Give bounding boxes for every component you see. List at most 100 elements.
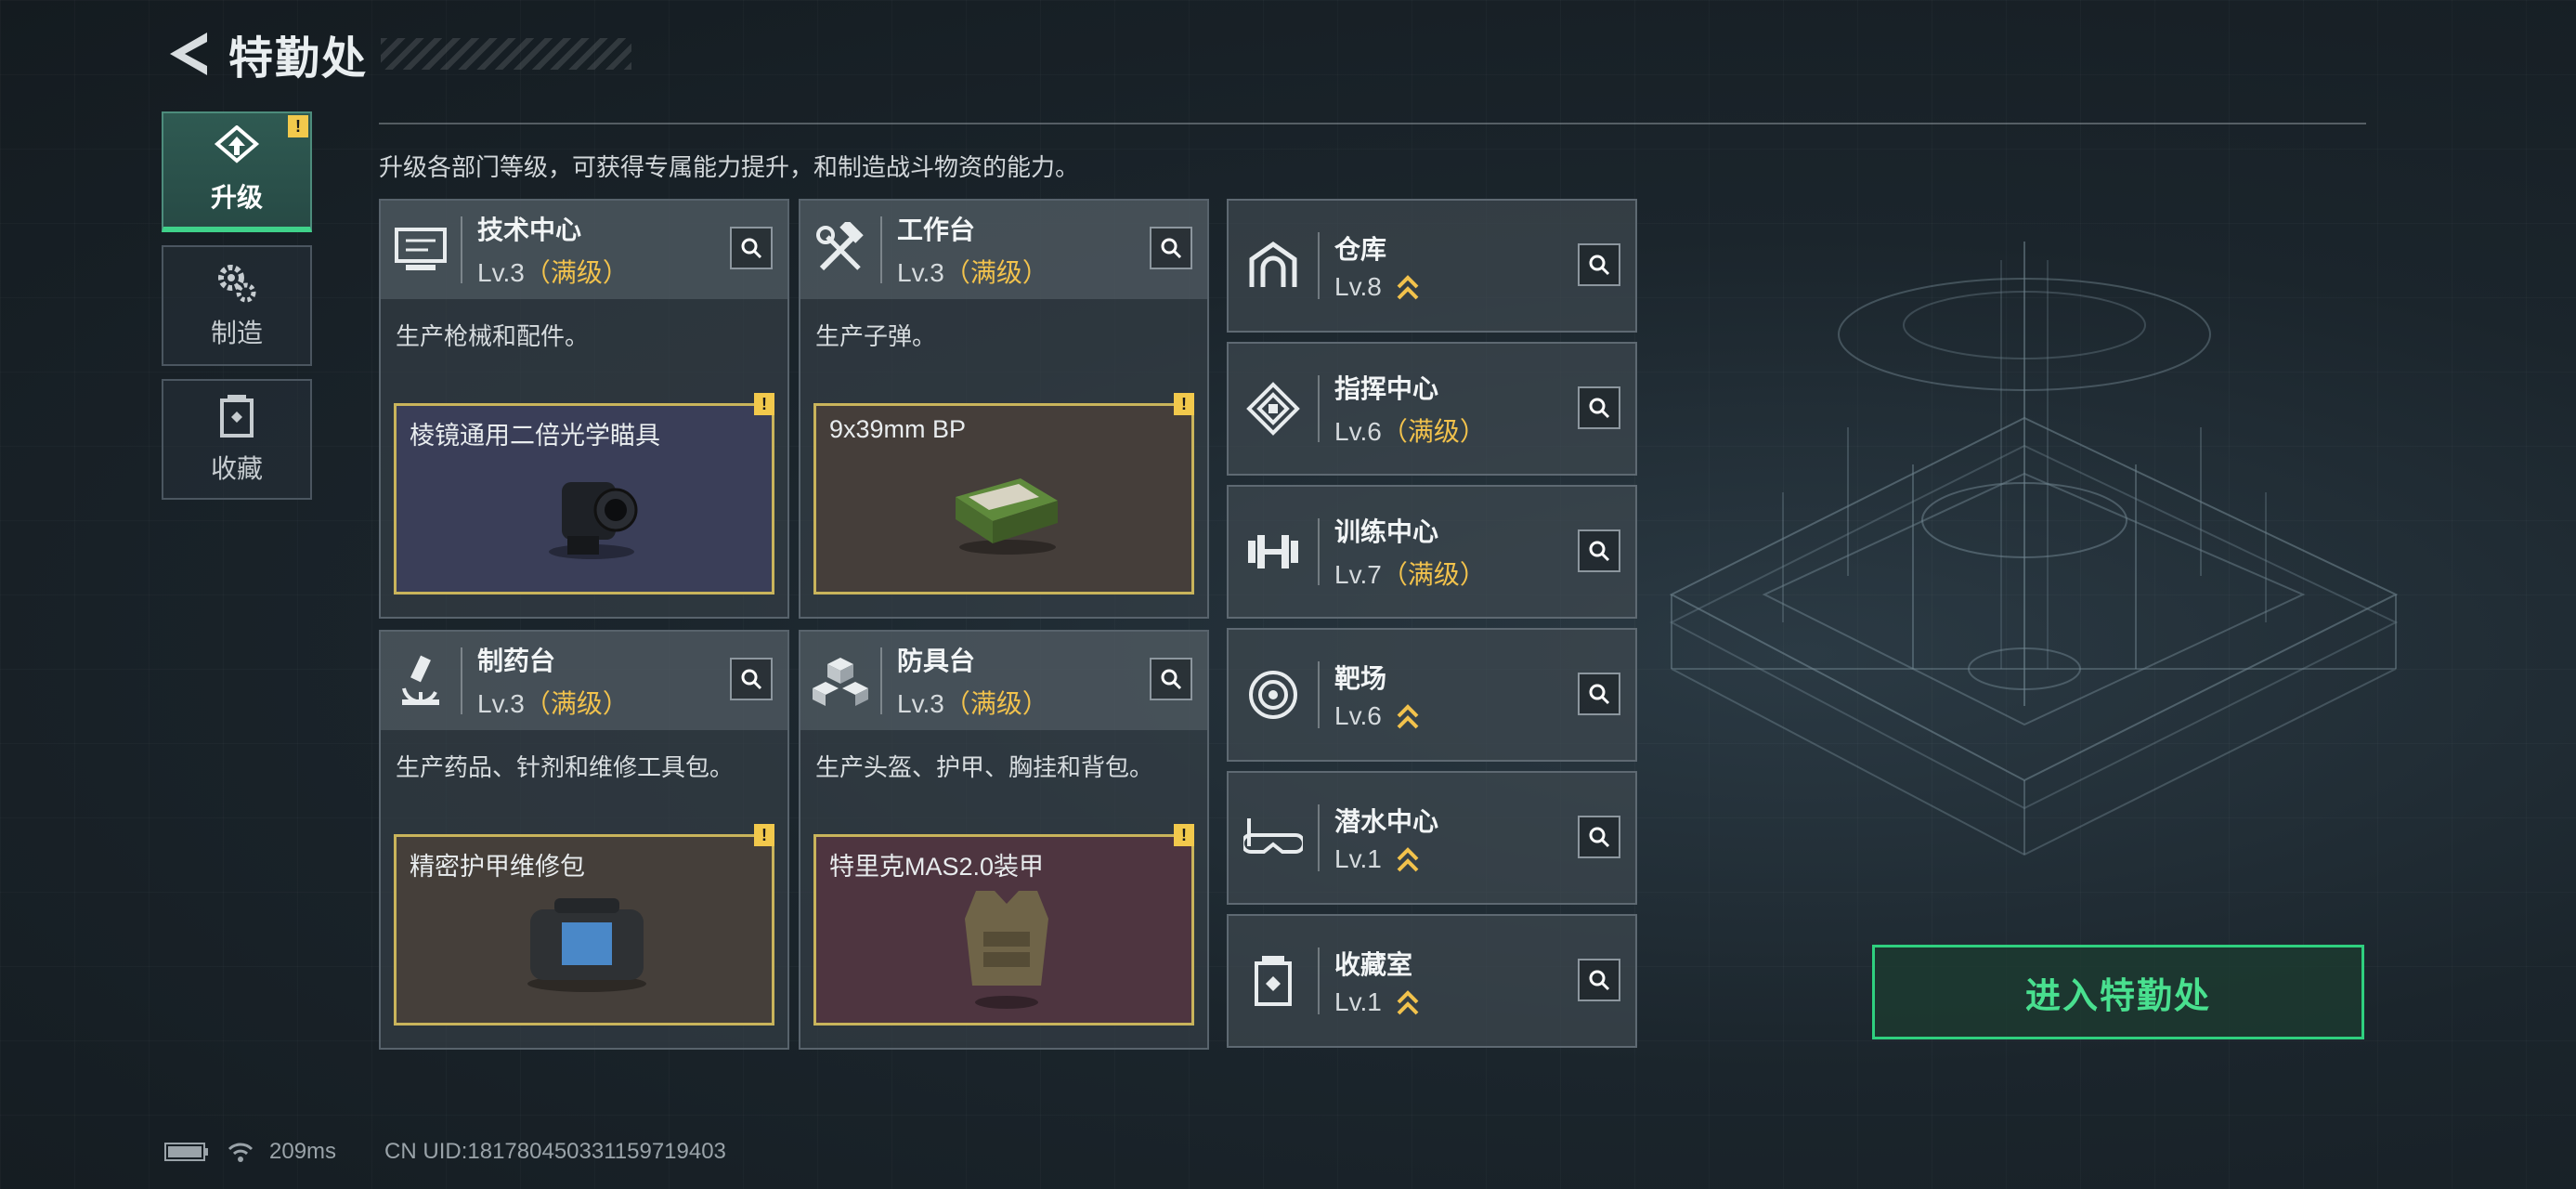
- search-icon: [741, 669, 762, 690]
- search-icon: [1589, 541, 1610, 562]
- inspect-button[interactable]: [730, 658, 773, 700]
- page-description: 升级各部门等级，可获得专属能力提升，和制造战斗物资的能力。: [379, 153, 1080, 181]
- repair-kit-image: [527, 898, 646, 992]
- page-header: 特勤处: [160, 24, 632, 84]
- search-icon: [1589, 970, 1610, 991]
- inspect-button[interactable]: [1578, 243, 1620, 286]
- separator: [1318, 232, 1320, 299]
- upgrade-chevron-icon: [1397, 847, 1419, 872]
- back-arrow-icon: [170, 33, 207, 75]
- ammo-box-image: [956, 478, 1058, 555]
- battery-icon: [164, 1143, 208, 1161]
- inspect-button[interactable]: [1578, 816, 1620, 858]
- facility-level: Lv.1: [1334, 843, 1382, 873]
- nav-item-label: 收藏: [210, 454, 263, 483]
- product-slot[interactable]: ! 精密护甲维修包: [394, 824, 774, 1026]
- department-name: 防具台: [897, 647, 976, 675]
- department-card-workbench[interactable]: 工作台 Lv.3（满级） 生产子弹。 ! 9x39mm BP: [799, 199, 1209, 619]
- separator: [1318, 947, 1320, 1014]
- search-icon: [1161, 238, 1182, 259]
- facility-card-training-center[interactable]: 训练中心 Lv.7（满级）: [1227, 485, 1637, 619]
- nav-item-craft[interactable]: 制造: [162, 245, 312, 366]
- product-slot[interactable]: ! 9x39mm BP: [813, 393, 1194, 594]
- collection-room-icon: [1229, 941, 1318, 1021]
- department-name: 制药台: [477, 647, 556, 675]
- back-button[interactable]: [160, 26, 215, 82]
- nav-item-label: 制造: [210, 319, 263, 347]
- inspect-button[interactable]: [1150, 227, 1192, 269]
- search-icon: [1589, 684, 1610, 705]
- maxed-label: （满级）: [1381, 560, 1486, 589]
- facility-card-collection-room[interactable]: 收藏室 Lv.1: [1227, 914, 1637, 1048]
- target-icon: [1229, 655, 1318, 735]
- base-building-illustration: [1669, 242, 2399, 856]
- department-level: Lv.3: [477, 689, 525, 718]
- inspect-button[interactable]: [1578, 529, 1620, 572]
- facility-level: Lv.1: [1334, 986, 1382, 1016]
- nav-item-upgrade[interactable]: ! 升级: [162, 111, 312, 232]
- department-description: 生产子弹。: [815, 322, 937, 350]
- wifi-icon: [228, 1143, 254, 1162]
- facility-name: 靶场: [1334, 663, 1387, 693]
- maxed-label: （满级）: [524, 258, 629, 287]
- maxed-label: （满级）: [1381, 417, 1486, 446]
- card-header: 工作台 Lv.3（满级）: [800, 201, 1207, 299]
- ping-value: 209ms: [269, 1139, 337, 1164]
- collection-icon: [220, 395, 254, 438]
- facility-card-warehouse[interactable]: 仓库 Lv.8: [1227, 199, 1637, 333]
- card-header: 防具台 Lv.3（满级）: [800, 632, 1207, 730]
- upgrade-chevron-icon: [1397, 990, 1419, 1015]
- gears-icon: [218, 265, 256, 303]
- product-name: 棱镜通用二倍光学瞄具: [410, 422, 660, 450]
- command-icon: [1229, 369, 1318, 449]
- department-level: Lv.3: [897, 689, 944, 718]
- department-card-tech-center[interactable]: 技术中心 Lv.3（满级） 生产枪械和配件。 ! 棱镜通用二倍光学瞄具: [379, 199, 789, 619]
- inspect-button[interactable]: [1578, 386, 1620, 429]
- search-icon: [1589, 398, 1610, 419]
- department-name: 工作台: [897, 216, 976, 244]
- department-card-pharmacy[interactable]: 制药台 Lv.3（满级） 生产药品、针剂和维修工具包。 ! 精密护甲维修包: [379, 630, 789, 1050]
- nav-item-collection[interactable]: 收藏: [162, 379, 312, 500]
- divider: [379, 123, 2366, 124]
- department-name: 技术中心: [477, 216, 582, 244]
- inspect-button[interactable]: [1578, 959, 1620, 1001]
- maxed-label: （满级）: [943, 258, 1048, 287]
- warning-badge: !: [1174, 393, 1194, 415]
- card-header: 技术中心 Lv.3（满级）: [381, 201, 787, 299]
- search-icon: [1589, 827, 1610, 848]
- search-icon: [1589, 255, 1610, 276]
- separator: [1318, 518, 1320, 585]
- title-decoration: [381, 38, 632, 70]
- separator: [880, 647, 882, 714]
- product-slot[interactable]: ! 特里克MAS2.0装甲: [813, 824, 1194, 1026]
- upgrade-chevron-icon: [1397, 704, 1419, 729]
- department-level: Lv.3: [897, 258, 944, 287]
- department-card-armory[interactable]: 防具台 Lv.3（满级） 生产头盔、护甲、胸挂和背包。 ! 特里克MAS2.0装…: [799, 630, 1209, 1050]
- facility-card-diving-center[interactable]: 潜水中心 Lv.1: [1227, 771, 1637, 905]
- inspect-button[interactable]: [730, 227, 773, 269]
- facility-card-command-center[interactable]: 指挥中心 Lv.6（满级）: [1227, 342, 1637, 476]
- enter-button-label: 进入特勤处: [2024, 976, 2211, 1016]
- department-level: Lv.3: [477, 258, 525, 287]
- user-uid: CN UID:181780450331159719403: [384, 1139, 726, 1164]
- status-bar: 209ms CN UID:181780450331159719403: [163, 1139, 726, 1165]
- side-nav: ! 升级 制造 收藏: [162, 111, 312, 513]
- inspect-button[interactable]: [1578, 673, 1620, 715]
- armor-cubes-icon: [800, 641, 880, 721]
- facility-level: Lv.7: [1334, 560, 1382, 589]
- product-slot[interactable]: ! 棱镜通用二倍光学瞄具: [394, 393, 774, 594]
- facility-card-shooting-range[interactable]: 靶场 Lv.6: [1227, 628, 1637, 762]
- search-icon: [1161, 669, 1182, 690]
- dumbbell-icon: [1229, 512, 1318, 592]
- product-name: 精密护甲维修包: [410, 853, 585, 881]
- inspect-button[interactable]: [1150, 658, 1192, 700]
- enter-special-ops-button[interactable]: 进入特勤处: [1872, 945, 2364, 1039]
- warehouse-icon: [1229, 226, 1318, 306]
- facility-name: 潜水中心: [1334, 806, 1439, 836]
- scope-image: [549, 482, 638, 559]
- nav-item-label: 升级: [210, 183, 263, 212]
- warning-badge: !: [288, 115, 308, 137]
- facility-level: Lv.6: [1334, 417, 1382, 446]
- warning-badge: !: [754, 824, 774, 846]
- body-armor-image: [965, 891, 1048, 1009]
